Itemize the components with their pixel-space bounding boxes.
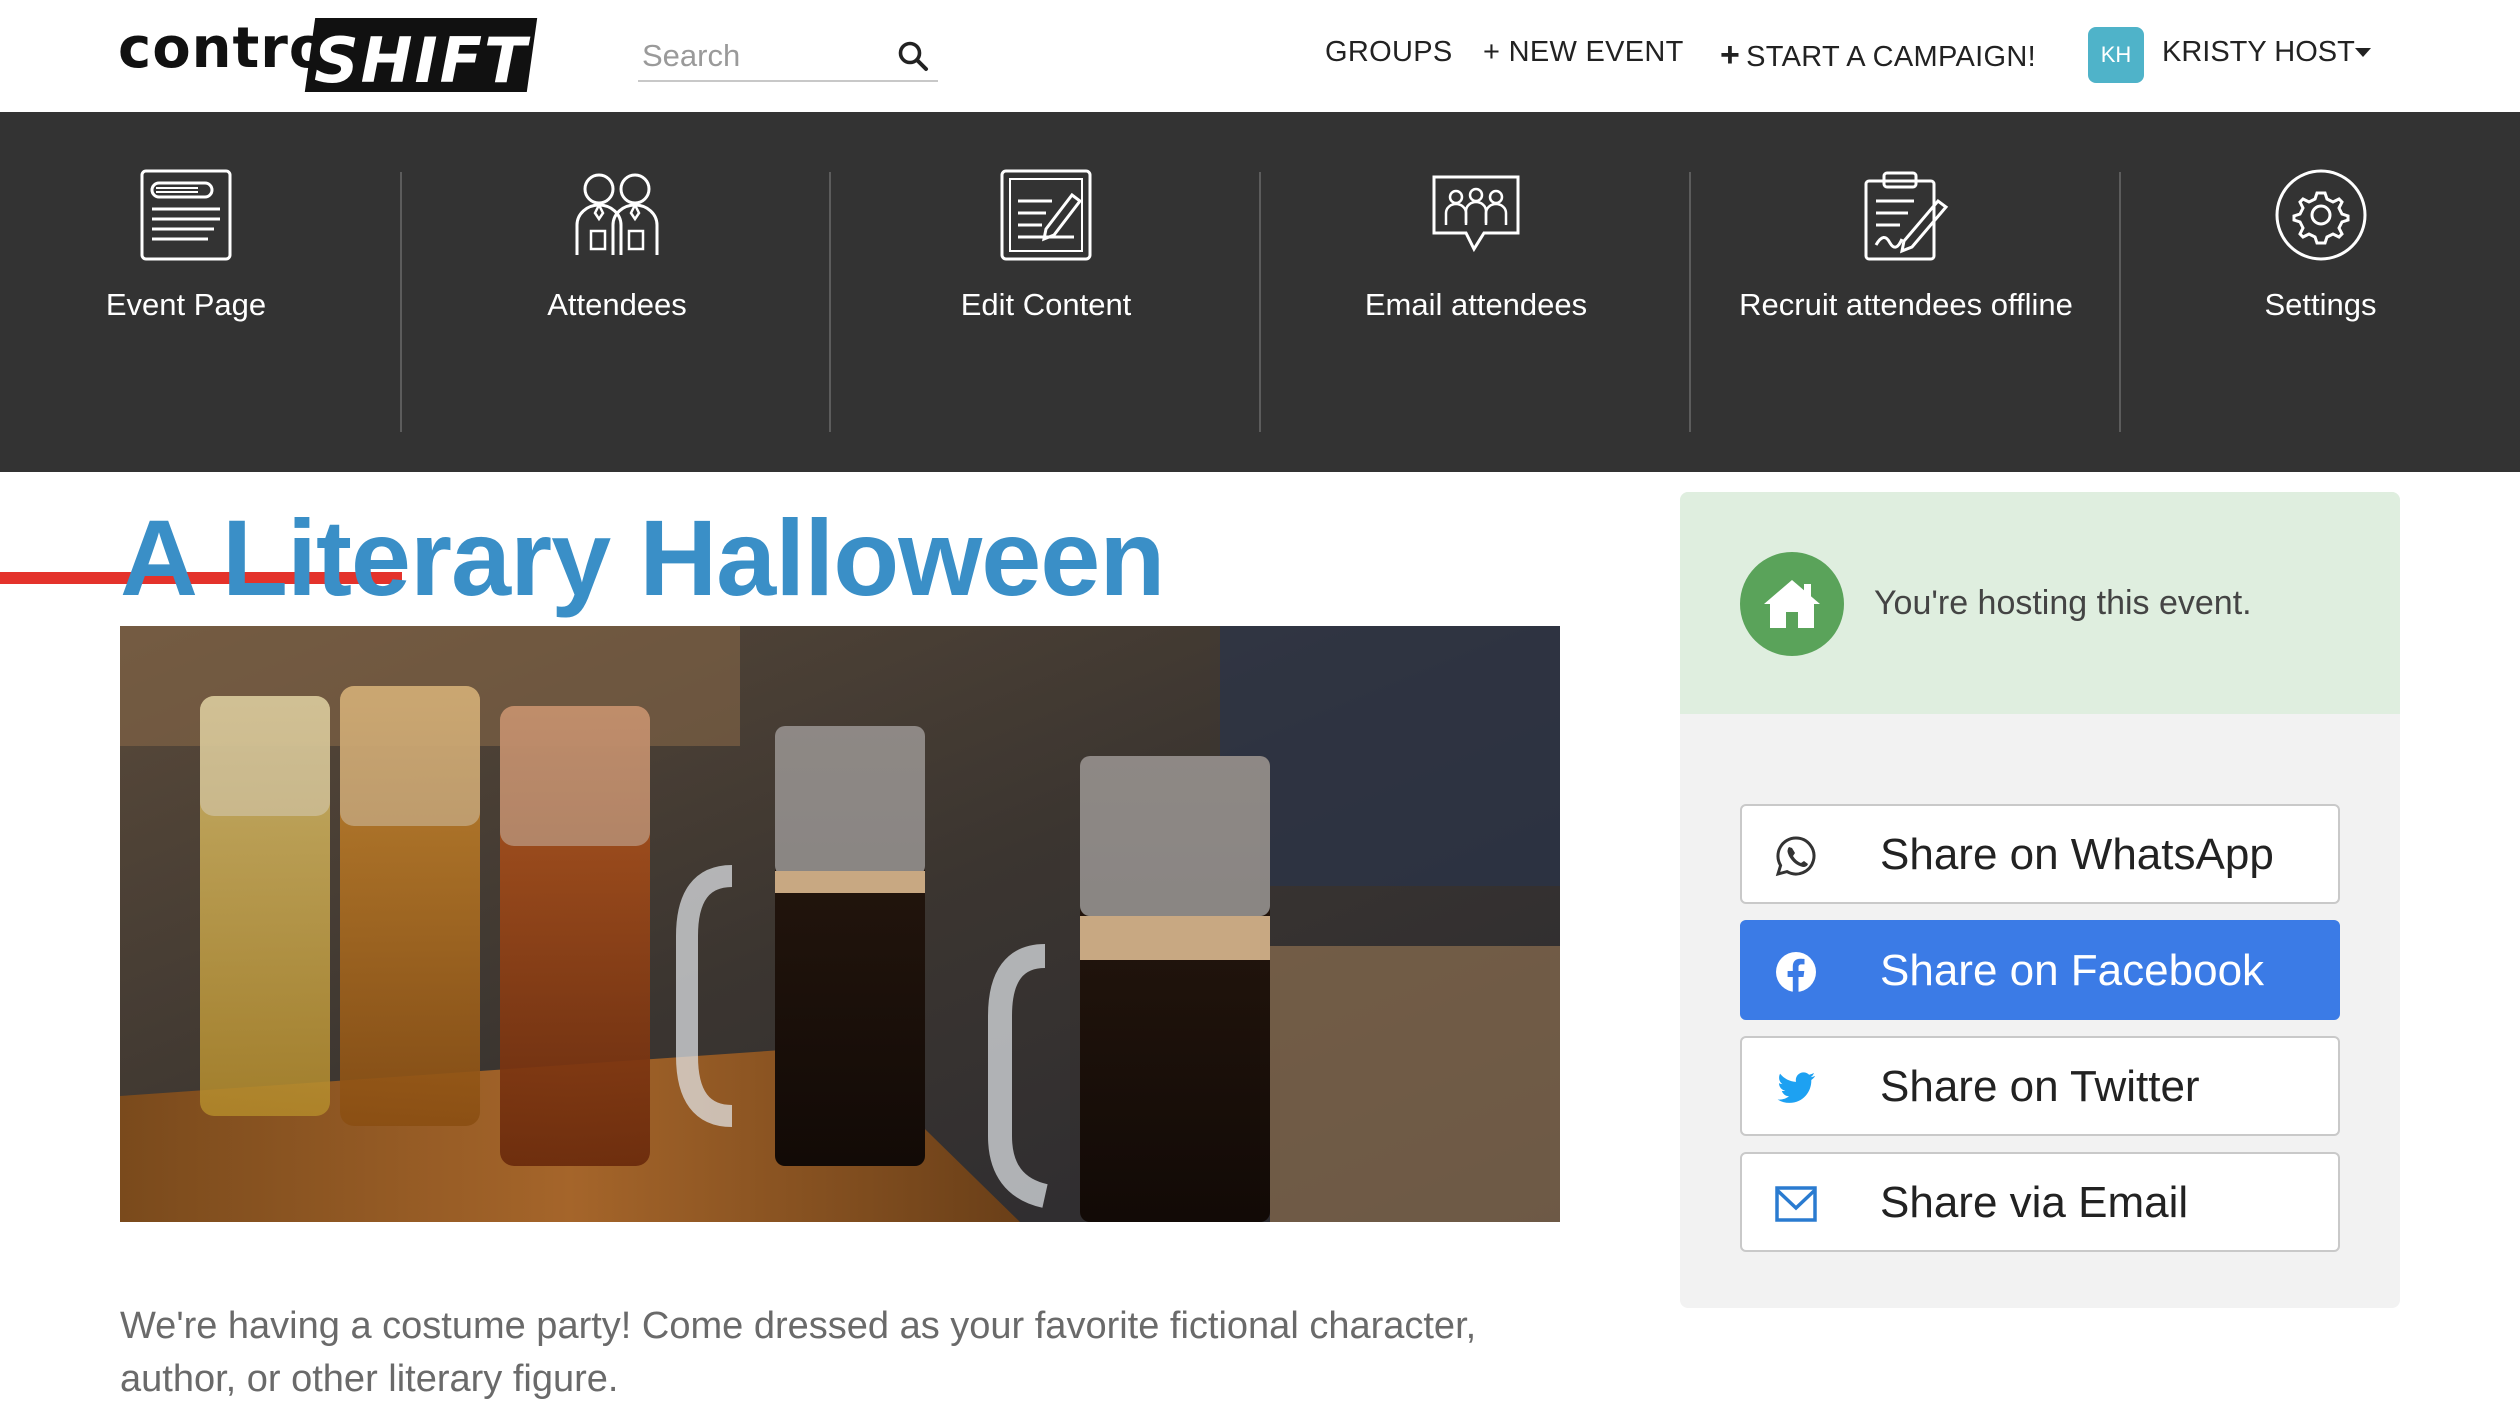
tab-email-attendees-label: Email attendees — [1364, 287, 1588, 322]
email-icon — [1775, 1186, 1817, 1222]
beer-flight-photo — [120, 626, 1560, 1222]
tab-attendees[interactable]: Attendees — [402, 112, 832, 472]
user-menu-name[interactable]: KRISTY HOST — [2162, 36, 2355, 69]
controlshift-logo[interactable]: control SHIFT — [118, 14, 538, 97]
host-status-box: You're hosting this event. — [1680, 492, 2400, 714]
tab-edit-content-label: Edit Content — [960, 287, 1132, 322]
host-share-panel: You're hosting this event. Share on What… — [1680, 492, 2400, 1308]
tab-email-attendees[interactable]: Email attendees — [1261, 112, 1691, 472]
logo-text-shift: SHIFT — [314, 24, 529, 97]
edit-content-icon — [1000, 169, 1092, 261]
share-whatsapp-label: Share on WhatsApp — [1880, 830, 2274, 879]
tab-event-page-label: Event Page — [105, 287, 267, 322]
share-facebook-button[interactable]: Share on Facebook — [1740, 920, 2340, 1020]
facebook-icon — [1776, 952, 1816, 992]
top-header: control SHIFT GROUPS + NEW EVENT +START … — [0, 0, 2520, 112]
share-email-button[interactable]: Share via Email — [1740, 1152, 2340, 1252]
share-email-label: Share via Email — [1880, 1178, 2189, 1227]
clipboard-icon — [1864, 171, 1949, 261]
tab-recruit-offline[interactable]: Recruit attendees offline — [1691, 112, 2121, 472]
share-whatsapp-button[interactable]: Share on WhatsApp — [1740, 804, 2340, 904]
house-icon — [1740, 552, 1844, 656]
tab-settings-label: Settings — [2264, 287, 2377, 322]
gear-icon — [2275, 169, 2366, 261]
search-box — [638, 30, 938, 82]
tab-edit-content[interactable]: Edit Content — [831, 112, 1261, 472]
share-twitter-label: Share on Twitter — [1880, 1062, 2200, 1111]
tab-event-page[interactable]: Event Page — [0, 112, 372, 472]
twitter-icon — [1777, 1072, 1816, 1103]
host-status-text: You're hosting this event. — [1874, 584, 2252, 622]
tab-settings[interactable]: Settings — [2121, 112, 2520, 472]
event-page-icon — [140, 169, 232, 261]
attendees-icon — [575, 173, 659, 255]
tab-recruit-offline-label: Recruit attendees offline — [1739, 287, 2073, 322]
whatsapp-icon — [1775, 836, 1816, 877]
nav-groups-link[interactable]: GROUPS — [1325, 36, 1453, 69]
event-hero-image — [120, 626, 1560, 1222]
event-description: We're having a costume party! Come dress… — [120, 1305, 1477, 1400]
chevron-down-icon[interactable] — [2355, 48, 2371, 57]
nav-start-campaign-link[interactable]: + START A CAMPAIGN! — [1720, 36, 2036, 75]
user-avatar[interactable]: KH — [2088, 27, 2144, 83]
plus-icon: + — [1720, 36, 1741, 74]
tab-attendees-label: Attendees — [547, 287, 687, 322]
search-icon[interactable] — [896, 39, 930, 73]
event-tool-nav: Event Page Attendees Edit Content Email … — [0, 112, 2520, 584]
page-title: A Literary Halloween — [120, 497, 1165, 618]
nav-start-campaign-label: START A CAMPAIGN! — [1746, 41, 2036, 73]
nav-new-event-link[interactable]: + NEW EVENT — [1483, 36, 1684, 69]
share-twitter-button[interactable]: Share on Twitter — [1740, 1036, 2340, 1136]
search-input[interactable] — [642, 34, 882, 78]
share-facebook-label: Share on Facebook — [1880, 946, 2265, 995]
email-attendees-icon — [1432, 175, 1520, 253]
